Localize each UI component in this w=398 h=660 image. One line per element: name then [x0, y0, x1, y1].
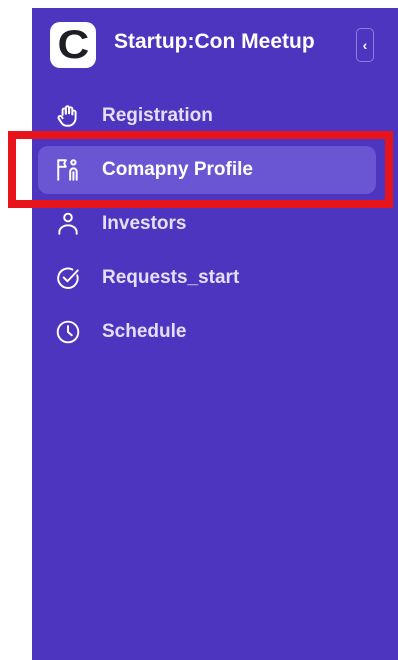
logo-letter: C: [57, 23, 89, 67]
hand-icon: [57, 105, 77, 127]
collapse-sidebar-button[interactable]: ‹: [356, 28, 374, 62]
sidebar-item-label: Registration: [102, 105, 213, 126]
sidebar-item-label: Investors: [102, 213, 187, 234]
sidebar-item-requests-start[interactable]: Requests_start: [38, 254, 376, 302]
sidebar-item-registration[interactable]: Registration: [38, 92, 376, 140]
sidebar-item-label: Comapny Profile: [102, 159, 253, 180]
flag-person-icon: [57, 159, 78, 181]
sidebar: C Startup:Con Meetup ‹ Registration Coma…: [32, 8, 398, 660]
check-circle-icon: [57, 267, 79, 289]
chevron-left-icon: ‹: [362, 37, 368, 53]
sidebar-item-company-profile[interactable]: Comapny Profile: [38, 146, 376, 194]
sidebar-item-label: Requests_start: [102, 267, 240, 288]
sidebar-header: C Startup:Con Meetup ‹: [32, 8, 398, 84]
clock-icon: [56, 320, 80, 344]
sidebar-item-investors[interactable]: Investors: [38, 200, 376, 248]
app-logo[interactable]: C: [50, 22, 96, 68]
sidebar-item-schedule[interactable]: Schedule: [38, 308, 376, 356]
sidebar-item-label: Schedule: [102, 321, 187, 342]
person-icon: [58, 212, 78, 235]
app-title: Startup:Con Meetup: [114, 30, 315, 53]
